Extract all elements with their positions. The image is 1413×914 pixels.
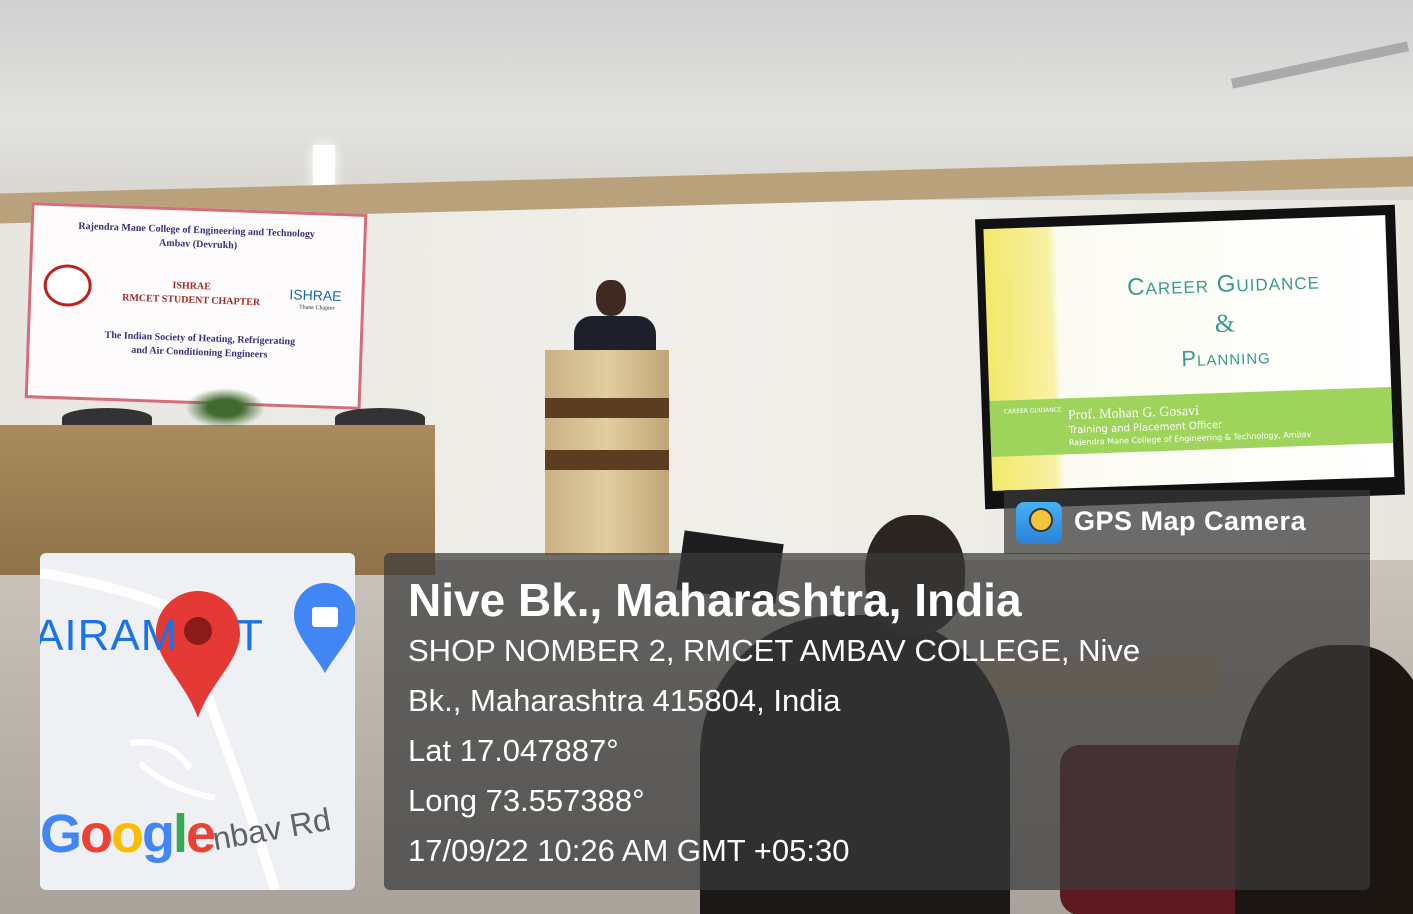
projection-screen: Career Guidance & Planning CAREER GUIDAN… [975,204,1405,510]
location-map: AIRAM T nbav Rd Google [40,553,355,890]
map-poi-label: AIRAM [40,611,179,660]
speaker [574,280,656,354]
podium [545,350,669,555]
datetime: 17/09/22 10:26 AM GMT +05:30 [408,833,850,868]
presentation-slide: Career Guidance & Planning CAREER GUIDAN… [983,215,1395,491]
college-seal-icon [42,263,93,308]
banner-place: Ambav (Devrukh) [158,237,238,252]
gps-map-camera-tag: GPS Map Camera [1004,490,1370,554]
place-name: Nive Bk., Maharashtra, India [408,574,1022,626]
slide-title-line1: Career Guidance [1126,267,1321,302]
google-logo-letter: o [111,804,144,864]
shopping-bag-icon [294,583,355,673]
address-line1: SHOP NOMBER 2, RMCET AMBAV COLLEGE, Nive [408,633,1141,668]
address-line2: Bk., Maharashtra 415804, India [408,683,841,718]
google-logo: Google [40,803,216,865]
slide-title-line2: & [1214,308,1236,339]
ishrae-logo: ISHRAE [289,286,342,305]
ishrae-logo-sub: Thane Chapter [298,304,335,312]
flower-arrangement [185,388,265,428]
longitude: Long 73.557388° [408,783,645,818]
google-logo-letter: e [186,804,216,864]
gps-map-camera-label: GPS Map Camera [1074,506,1307,536]
latitude: Lat 17.047887° [408,733,619,768]
event-banner: Rajendra Mane College of Engineering and… [24,202,368,410]
google-logo-letter: g [142,804,175,864]
google-logo-letter: l [173,804,188,864]
gps-map-camera-icon [1016,502,1062,544]
classroom-photo: Rajendra Mane College of Engineering and… [0,0,1413,914]
google-logo-letter: G [40,804,82,864]
google-logo-letter: o [80,804,113,864]
map-poi-label-right: T [236,611,263,660]
slide-title-line3: Planning [1180,343,1272,372]
location-info-panel: Nive Bk., Maharashtra, India SHOP NOMBER… [384,553,1370,890]
